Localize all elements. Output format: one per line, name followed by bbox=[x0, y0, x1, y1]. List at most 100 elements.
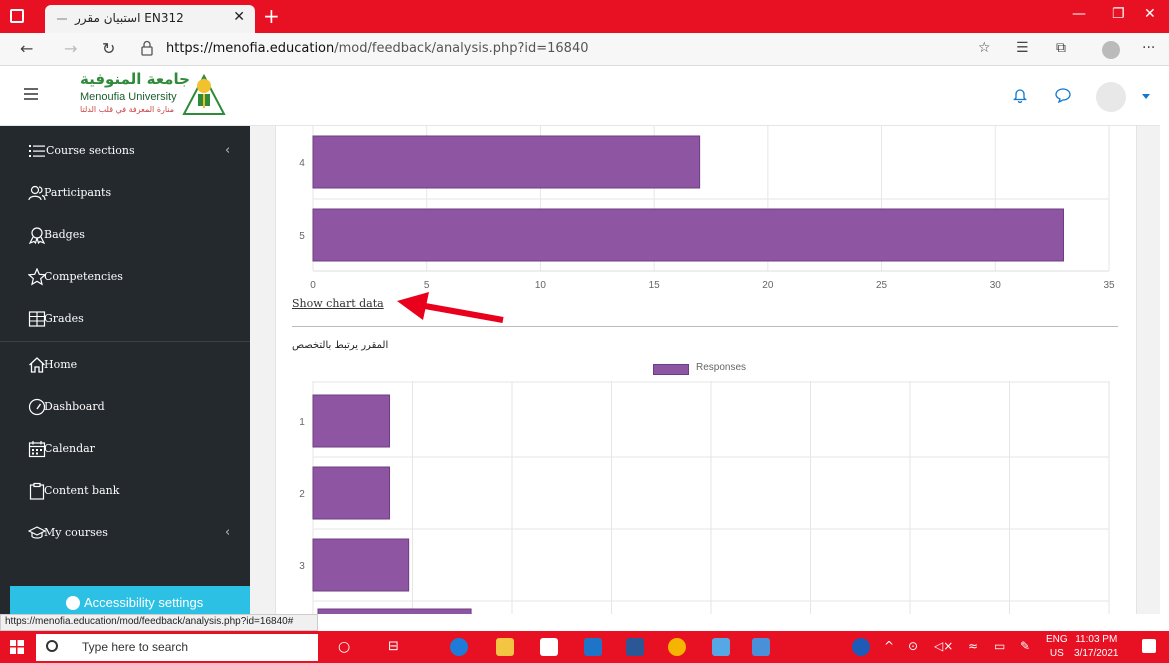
photos-icon[interactable] bbox=[752, 638, 770, 656]
messages-icon[interactable] bbox=[1055, 87, 1071, 103]
sidebar-item-label: Participants bbox=[44, 186, 112, 199]
sidebar-item-participants[interactable]: Participants bbox=[0, 173, 250, 213]
volume-muted-icon[interactable]: ◁× bbox=[934, 639, 953, 653]
bar bbox=[312, 135, 701, 189]
sidebar-divider bbox=[0, 341, 250, 342]
x-tick-label: 35 bbox=[1103, 280, 1115, 291]
taskbar-search-box[interactable]: Type here to search bbox=[36, 634, 318, 661]
user-menu-caret-icon[interactable] bbox=[1142, 94, 1150, 99]
chevron-left-icon: ‹ bbox=[225, 143, 231, 158]
browser-tab-bar: استبيان مقرر EN312 ✕ + — ❐ ✕ bbox=[0, 0, 1169, 33]
sidebar-item-calendar[interactable]: Calendar bbox=[0, 429, 250, 469]
close-window-icon[interactable]: ✕ bbox=[1144, 6, 1156, 22]
profile-icon[interactable] bbox=[1102, 41, 1120, 59]
x-tick-label: 20 bbox=[762, 280, 774, 291]
sidebar-item-label: My courses bbox=[44, 526, 108, 539]
sidebar-item-course-sections[interactable]: Course sections ‹ bbox=[0, 131, 250, 171]
more-menu-icon[interactable]: ··· bbox=[1142, 40, 1155, 56]
bar bbox=[312, 394, 391, 448]
windows-start-icon[interactable] bbox=[10, 640, 24, 654]
sidebar-item-label: Home bbox=[44, 358, 78, 371]
chart-previous-question: 0 5 10 15 20 25 30 3545 bbox=[299, 126, 1115, 291]
tray-chevron-icon[interactable]: ^ bbox=[884, 639, 894, 653]
cortana-icon[interactable]: ○ bbox=[338, 639, 350, 655]
sidebar-item-grades[interactable]: Grades bbox=[0, 299, 250, 339]
wifi-icon[interactable]: ≈ bbox=[968, 639, 978, 653]
sidebar-item-label: Badges bbox=[44, 228, 85, 241]
sidebar-item-competencies[interactable]: Competencies bbox=[0, 257, 250, 297]
clock-date: 3/17/2021 bbox=[1074, 648, 1119, 659]
tab-actions-icon[interactable] bbox=[10, 9, 24, 23]
logo-tagline: منارة المعرفة في قلب الدلتا bbox=[80, 105, 175, 114]
x-tick-label: 0 bbox=[310, 280, 316, 291]
university-emblem-icon bbox=[182, 73, 226, 115]
sidebar-drawer: Course sections ‹ Participants Badges Co… bbox=[0, 126, 250, 614]
forward-icon[interactable]: → bbox=[64, 39, 77, 58]
mail-icon[interactable] bbox=[584, 638, 602, 656]
url-field[interactable]: https://menofia.education/mod/feedback/a… bbox=[166, 41, 589, 56]
y-tick-label: 1 bbox=[299, 417, 305, 428]
bar bbox=[312, 466, 391, 520]
chart-question-specialization: 1 2 3 bbox=[299, 381, 1110, 614]
lock-icon bbox=[141, 40, 153, 56]
chrome-icon[interactable] bbox=[668, 638, 686, 656]
maximize-icon[interactable]: ❐ bbox=[1112, 6, 1125, 22]
sidebar-item-my-courses[interactable]: My courses ‹ bbox=[0, 513, 250, 553]
address-bar: ← → ↻ https://menofia.education/mod/feed… bbox=[0, 33, 1169, 66]
minimize-icon[interactable]: — bbox=[1072, 6, 1086, 22]
back-icon[interactable]: ← bbox=[20, 39, 33, 58]
x-tick-label: 10 bbox=[535, 280, 547, 291]
lang-top: ENG bbox=[1046, 634, 1068, 645]
meet-now-icon[interactable]: ⊙ bbox=[908, 639, 918, 653]
help-icon[interactable] bbox=[852, 638, 870, 656]
notification-center-icon[interactable] bbox=[1142, 639, 1156, 653]
edge-browser-icon[interactable] bbox=[450, 638, 468, 656]
show-chart-data-link[interactable]: Show chart data bbox=[292, 297, 384, 310]
favorites-list-icon[interactable]: ☰ bbox=[1016, 40, 1029, 56]
new-tab-icon[interactable]: + bbox=[263, 4, 280, 28]
url-host: https://menofia.education bbox=[166, 41, 335, 56]
list-icon bbox=[29, 145, 45, 157]
search-placeholder: Type here to search bbox=[82, 640, 189, 654]
sidebar-item-content-bank[interactable]: Content bank bbox=[0, 471, 250, 511]
battery-icon[interactable]: ▭ bbox=[994, 639, 1005, 653]
user-avatar[interactable] bbox=[1096, 82, 1126, 112]
word-icon[interactable] bbox=[626, 638, 644, 656]
input-language[interactable]: ENG US bbox=[1046, 633, 1068, 661]
sidebar-item-badges[interactable]: Badges bbox=[0, 215, 250, 255]
file-explorer-icon[interactable] bbox=[496, 638, 514, 656]
legend-label: Responses bbox=[696, 362, 747, 373]
pen-icon[interactable]: ✎ bbox=[1020, 639, 1030, 653]
app-icon[interactable] bbox=[712, 638, 730, 656]
notification-bell-icon[interactable] bbox=[1013, 87, 1027, 103]
sidebar-item-label: Grades bbox=[44, 312, 84, 325]
clock-time: 11:03 PM bbox=[1075, 634, 1118, 645]
sidebar-item-home[interactable]: Home bbox=[0, 345, 250, 385]
tab-favicon-icon bbox=[57, 18, 67, 20]
hamburger-menu-icon[interactable] bbox=[24, 88, 38, 100]
x-tick-label: 15 bbox=[649, 280, 661, 291]
tab-title: استبيان مقرر EN312 bbox=[75, 11, 184, 25]
windows-taskbar: Type here to search ○ ⊟ ^ ⊙ ◁× ≈ ▭ ✎ ENG… bbox=[0, 631, 1169, 663]
sidebar-item-dashboard[interactable]: Dashboard bbox=[0, 387, 250, 427]
search-icon bbox=[46, 640, 58, 652]
url-path: /mod/feedback/analysis.php?id=16840 bbox=[334, 41, 589, 56]
red-arrow-annotation bbox=[397, 292, 504, 323]
browser-tab[interactable]: استبيان مقرر EN312 ✕ bbox=[45, 5, 255, 33]
store-icon[interactable] bbox=[540, 638, 558, 656]
sidebar-item-label: Competencies bbox=[44, 270, 123, 283]
taskbar-clock[interactable]: 11:03 PM 3/17/2021 bbox=[1074, 633, 1119, 661]
accessibility-settings-button[interactable]: Accessibility settings bbox=[10, 586, 250, 614]
question-title: المقرر يرتبط بالتخصص bbox=[292, 340, 389, 351]
logo-arabic-text: جامعة المنوفية bbox=[80, 70, 190, 88]
refresh-icon[interactable]: ↻ bbox=[102, 39, 115, 58]
tab-close-icon[interactable]: ✕ bbox=[233, 9, 245, 25]
task-view-icon[interactable]: ⊟ bbox=[388, 639, 399, 654]
university-logo[interactable]: جامعة المنوفية Menoufia University منارة… bbox=[66, 70, 236, 122]
accessibility-icon bbox=[66, 596, 80, 610]
accessibility-settings-label: Accessibility settings bbox=[84, 595, 204, 610]
bar bbox=[312, 208, 1065, 262]
favorite-star-icon[interactable]: ☆ bbox=[978, 40, 991, 56]
collections-icon[interactable]: ⧉ bbox=[1056, 40, 1066, 56]
x-tick-label: 30 bbox=[990, 280, 1002, 291]
